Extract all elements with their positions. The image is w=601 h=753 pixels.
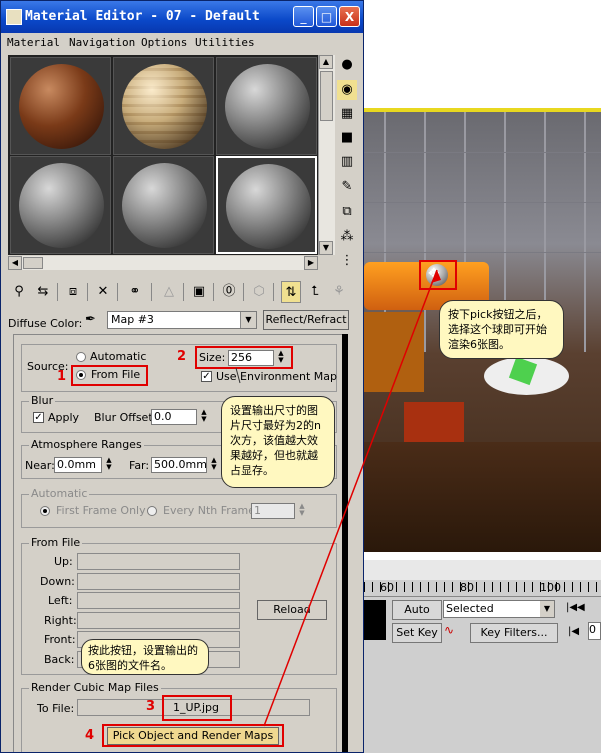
callout-pointer bbox=[235, 367, 241, 384]
annotation-connector bbox=[235, 269, 441, 727]
annotation-line bbox=[263, 269, 438, 727]
